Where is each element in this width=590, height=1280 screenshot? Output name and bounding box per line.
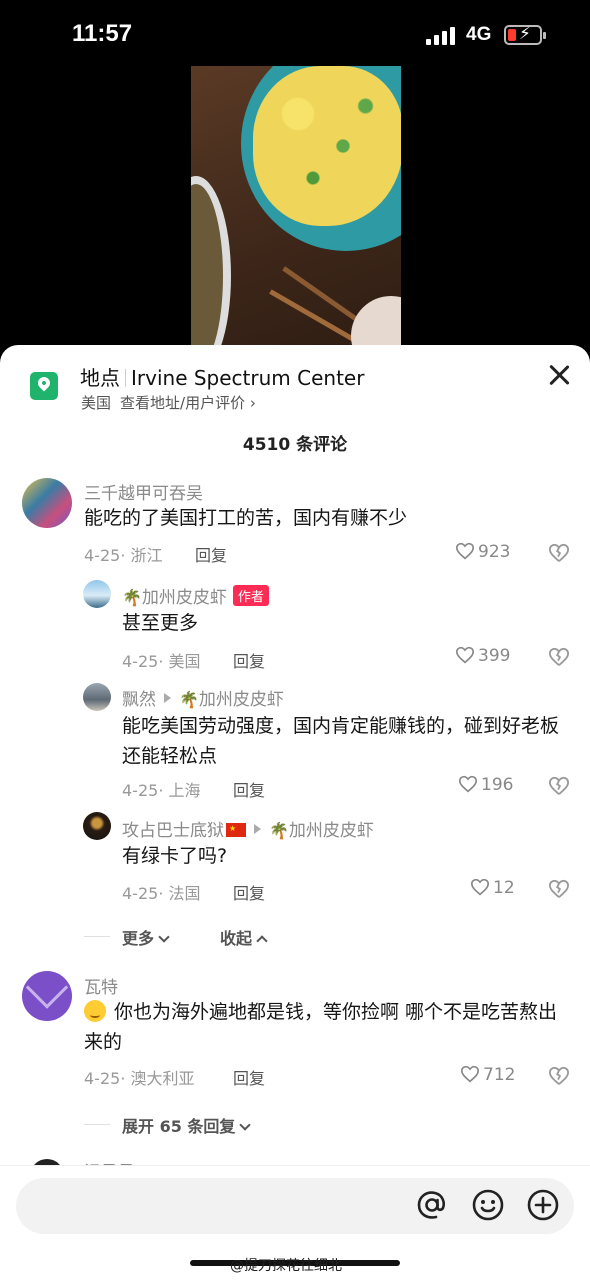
heart-icon	[455, 542, 475, 560]
like-button[interactable]: 923	[455, 542, 510, 562]
location-detail-link[interactable]: 查看地址/用户评价 ›	[120, 394, 256, 412]
reply-button[interactable]: 回复	[233, 777, 265, 801]
bowl-image	[191, 176, 231, 350]
comment-meta: 4-25· 浙江	[84, 546, 163, 565]
signal-icon	[426, 27, 458, 45]
dislike-icon[interactable]	[548, 1066, 570, 1086]
expand-replies-button[interactable]: 展开 65 条回复	[122, 1113, 252, 1137]
like-button[interactable]: 12	[470, 878, 515, 898]
collapse-replies-button[interactable]: 收起	[220, 925, 268, 949]
eggs-image	[253, 66, 401, 226]
more-label: 更多	[122, 929, 155, 948]
location-pin-icon[interactable]	[30, 372, 58, 400]
reply-text[interactable]: 能吃美国劳动强度，国内肯定能赚钱的，碰到好老板还能轻松点	[122, 711, 570, 771]
reply-button[interactable]: 回复	[195, 542, 227, 566]
emoji-icon	[84, 1000, 106, 1022]
comments-count: 4510 条评论	[242, 435, 348, 455]
reply-button[interactable]: 回复	[233, 1065, 265, 1089]
comment-meta: 4-25· 澳大利亚	[84, 1069, 195, 1088]
palm-icon: 🌴	[179, 690, 199, 709]
comment-username[interactable]: 瓦特	[84, 973, 118, 998]
avatar[interactable]	[22, 478, 72, 528]
battery-icon: ⚡	[504, 24, 546, 45]
emoji-icon[interactable]	[470, 1187, 506, 1223]
avatar[interactable]	[22, 971, 72, 1021]
heart-icon	[458, 775, 478, 793]
dislike-icon[interactable]	[548, 647, 570, 667]
flag-icon: ★	[226, 823, 246, 837]
chevron-up-icon	[256, 935, 268, 947]
like-count: 712	[483, 1065, 516, 1085]
location-subtitle[interactable]: 美国 查看地址/用户评价 ›	[81, 392, 256, 413]
reply-meta: 4-25· 法国	[122, 884, 201, 903]
location-country: 美国	[81, 394, 112, 412]
avatar[interactable]	[83, 812, 111, 840]
collapse-label: 收起	[220, 929, 253, 948]
reply-text[interactable]: 甚至更多	[122, 608, 562, 638]
heart-icon	[455, 646, 475, 664]
username-text: 攻占巴士底狱	[122, 821, 224, 841]
reply-meta: 4-25· 上海	[122, 781, 201, 800]
like-count: 399	[478, 646, 511, 666]
dislike-icon[interactable]	[548, 879, 570, 899]
comment-text[interactable]: 能吃的了美国打工的苦，国内有赚不少	[84, 503, 564, 533]
chevron-down-icon	[158, 931, 170, 943]
plus-icon[interactable]	[525, 1187, 561, 1223]
watermark: @提刀探花往细北	[230, 1258, 342, 1274]
reply-username[interactable]: 飘然 🌴加州皮皮虾	[122, 685, 284, 710]
avatar[interactable]	[83, 580, 111, 608]
comment-text-content: 你也为海外遍地都是钱，等你捡啊 哪个不是吃苦熬出来的	[84, 1001, 558, 1053]
dislike-icon[interactable]	[548, 776, 570, 796]
username-text: 飘然	[122, 690, 156, 710]
reply-to-username[interactable]: 加州皮皮虾	[289, 821, 374, 841]
like-count: 923	[478, 542, 511, 562]
like-button[interactable]: 399	[455, 646, 510, 666]
status-bar: 11:57 4G ⚡	[0, 0, 590, 70]
reply-username[interactable]: 🌴加州皮皮虾 作者	[122, 583, 269, 608]
heart-icon	[460, 1065, 480, 1083]
reply-to-username[interactable]: 加州皮皮虾	[199, 690, 284, 710]
comment-text[interactable]: 你也为海外遍地都是钱，等你捡啊 哪个不是吃苦熬出来的	[84, 997, 570, 1057]
reply-text[interactable]: 有绿卡了吗?	[122, 841, 562, 871]
cup-image	[351, 296, 401, 350]
divider	[84, 1124, 110, 1125]
close-button[interactable]	[545, 361, 573, 389]
comment-input-bar: @提刀探花往细北	[0, 1165, 590, 1280]
chevron-down-icon	[239, 1119, 252, 1131]
status-time: 11:57	[72, 20, 133, 47]
location-title[interactable]: 地点 Irvine Spectrum Center	[80, 362, 364, 391]
network-type: 4G	[466, 24, 492, 45]
avatar[interactable]	[83, 683, 111, 711]
like-count: 196	[481, 775, 514, 795]
location-name: Irvine Spectrum Center	[131, 366, 365, 390]
comments-sheet: 地点 Irvine Spectrum Center 美国 查看地址/用户评价 › 4…	[0, 345, 590, 1280]
more-replies-button[interactable]: 更多	[122, 925, 170, 949]
video-preview[interactable]	[191, 66, 401, 350]
expand-label: 展开 65 条回复	[122, 1117, 236, 1136]
reply-username[interactable]: 攻占巴士底狱 ★ 🌴加州皮皮虾	[122, 816, 374, 841]
palm-icon: 🌴	[269, 821, 289, 840]
dislike-icon[interactable]	[548, 543, 570, 563]
location-label: 地点	[80, 366, 120, 390]
divider	[84, 936, 110, 937]
username-text: 加州皮皮虾	[141, 588, 227, 608]
reply-to-arrow-icon	[254, 824, 261, 834]
comment-username[interactable]: 三千越甲可吞吴	[84, 479, 203, 504]
like-button[interactable]: 712	[460, 1065, 515, 1085]
author-badge: 作者	[232, 585, 269, 606]
at-icon[interactable]	[414, 1187, 450, 1223]
reply-button[interactable]: 回复	[233, 880, 265, 904]
comment-input[interactable]	[36, 1188, 406, 1224]
like-count: 12	[493, 878, 515, 898]
heart-icon	[470, 878, 490, 896]
palm-icon: 🌴	[122, 588, 142, 607]
reply-meta: 4-25· 美国	[122, 652, 201, 671]
reply-to-arrow-icon	[164, 693, 171, 703]
reply-button[interactable]: 回复	[233, 648, 265, 672]
like-button[interactable]: 196	[458, 775, 513, 795]
